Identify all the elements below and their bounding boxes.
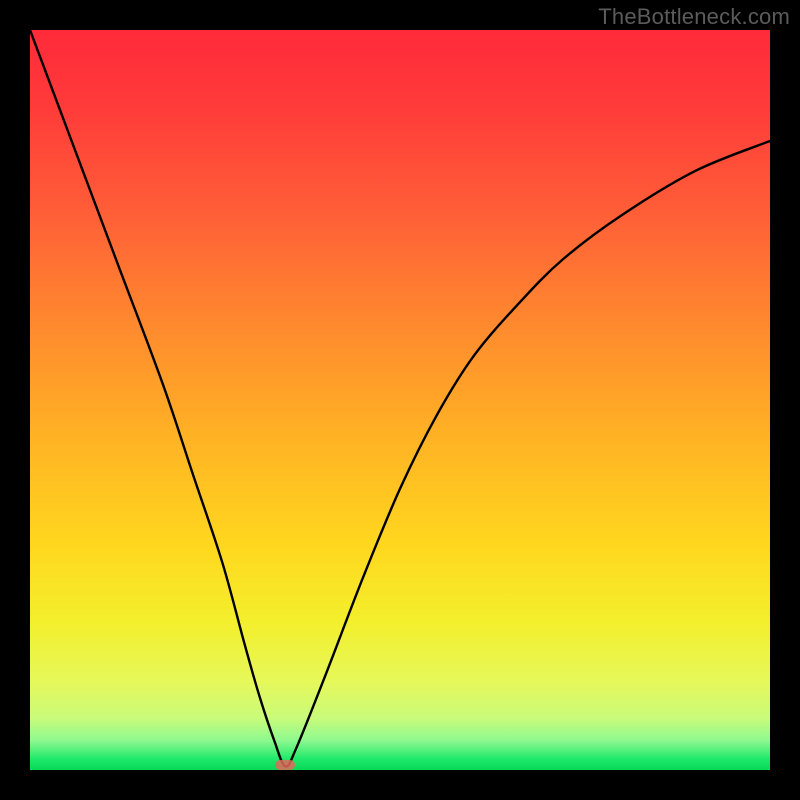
chart-frame: TheBottleneck.com (0, 0, 800, 800)
watermark-text: TheBottleneck.com (598, 4, 790, 30)
optimal-point-marker (275, 760, 295, 770)
plot-area (30, 30, 770, 770)
bottleneck-curve (30, 30, 770, 770)
